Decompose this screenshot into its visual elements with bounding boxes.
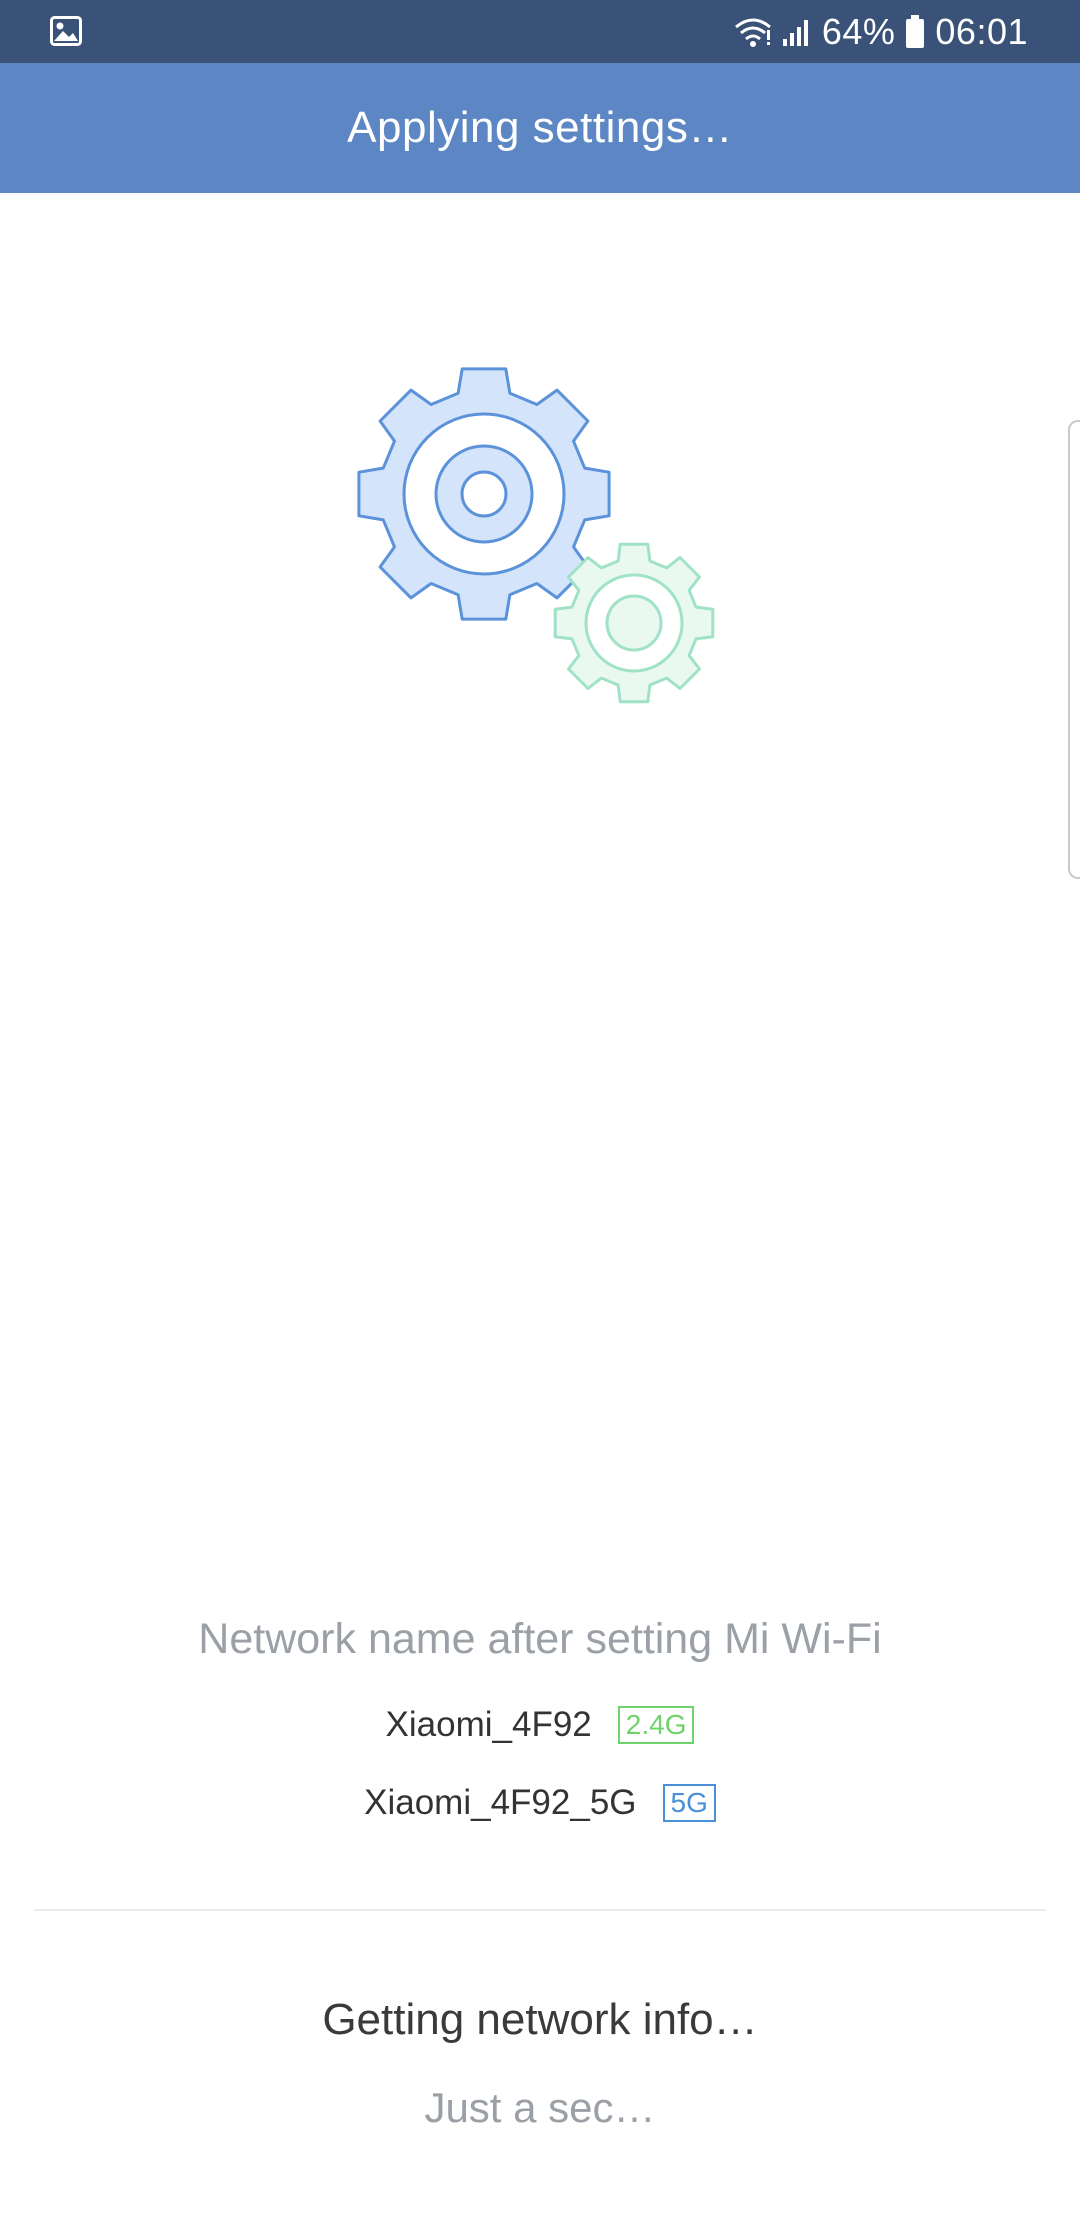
progress-title: Getting network info… [322, 1995, 758, 2044]
status-bar: 64% 06:01 [0, 0, 1080, 63]
gears-illustration [340, 355, 740, 715]
edge-panel-handle[interactable] [1068, 420, 1080, 879]
network-heading: Network name after setting Mi Wi-Fi [198, 1615, 882, 1663]
battery-percent: 64% [821, 10, 896, 52]
network-name-24g: Xiaomi_4F92 [385, 1705, 592, 1744]
network-row-5g: Xiaomi_4F92_5G 5G [0, 1783, 1080, 1823]
status-icons: 64% 06:01 [734, 0, 1028, 63]
image-icon [50, 16, 82, 46]
clock-time: 06:01 [935, 10, 1028, 52]
band-badge-5g: 5G [662, 1784, 716, 1822]
small-gear-icon [553, 542, 715, 704]
network-row-24g: Xiaomi_4F92 2.4G [0, 1705, 1080, 1745]
network-name-5g: Xiaomi_4F92_5G [364, 1783, 637, 1822]
battery-icon [905, 14, 925, 49]
page-title: Applying settings… [347, 103, 733, 152]
screen: 64% 06:01 Applying settings… Network nam… [0, 0, 1080, 2220]
progress-subtitle: Just a sec… [424, 2084, 656, 2131]
divider [34, 1909, 1046, 1911]
title-bar: Applying settings… [0, 63, 1080, 193]
wifi-icon [734, 16, 772, 48]
signal-icon [782, 17, 812, 47]
band-badge-24g: 2.4G [617, 1706, 695, 1744]
